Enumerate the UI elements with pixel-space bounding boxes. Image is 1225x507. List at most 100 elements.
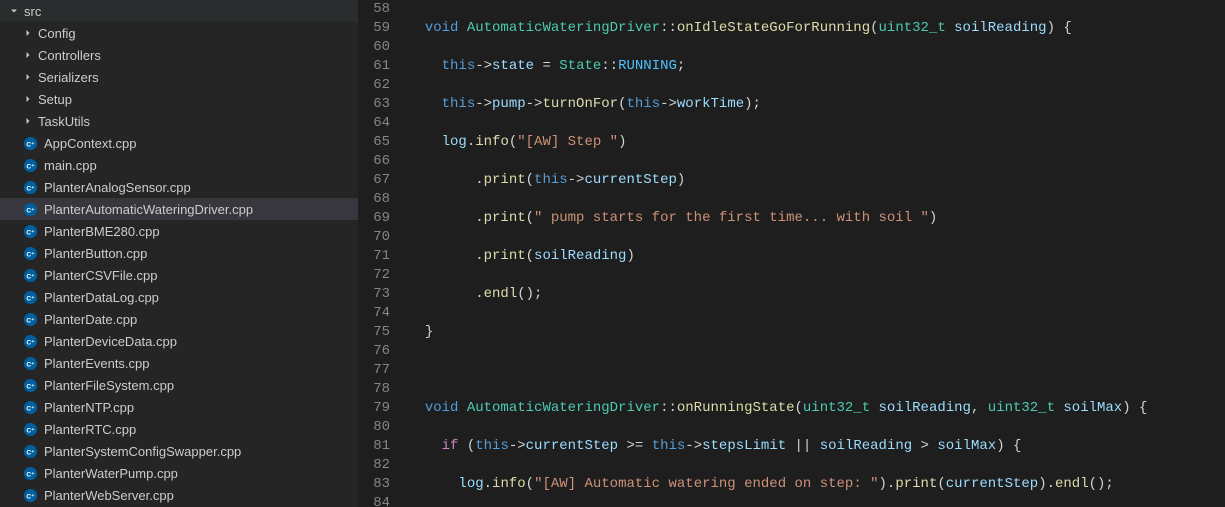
cpp-file-icon: C⁺ [22,377,38,393]
tree-file-label: PlanterWaterPump.cpp [44,466,178,481]
tree-file[interactable]: C⁺ PlanterCSVFile.cpp [0,264,358,286]
line-number: 63 [358,95,390,114]
tree-folder-root[interactable]: src [0,0,358,22]
tree-file[interactable]: C⁺ PlanterWebServer.cpp [0,484,358,506]
cpp-file-icon: C⁺ [22,245,38,261]
line-number: 73 [358,285,390,304]
cpp-file-icon: C⁺ [22,399,38,415]
svg-text:C⁺: C⁺ [26,361,35,368]
line-number: 82 [358,456,390,475]
line-number: 60 [358,38,390,57]
tree-folder[interactable]: Setup [0,88,358,110]
line-number: 66 [358,152,390,171]
line-number: 59 [358,19,390,38]
cpp-file-icon: C⁺ [22,421,38,437]
chevron-right-icon [20,69,36,85]
tree-file[interactable]: C⁺ PlanterFileSystem.cpp [0,374,358,396]
line-number: 77 [358,361,390,380]
svg-text:C⁺: C⁺ [26,471,35,478]
tree-file[interactable]: C⁺ PlanterWaterPump.cpp [0,462,358,484]
line-number: 61 [358,57,390,76]
svg-text:C⁺: C⁺ [26,273,35,280]
svg-text:C⁺: C⁺ [26,229,35,236]
cpp-file-icon: C⁺ [22,465,38,481]
line-number: 84 [358,494,390,507]
tree-file[interactable]: C⁺ PlanterDate.cpp [0,308,358,330]
line-number-gutter: 5859606162636465666768697071727374757677… [358,0,408,507]
tree-file-label: main.cpp [44,158,97,173]
line-number: 76 [358,342,390,361]
line-number: 67 [358,171,390,190]
cpp-file-icon: C⁺ [22,135,38,151]
code-editor[interactable]: 5859606162636465666768697071727374757677… [358,0,1225,507]
chevron-down-icon [6,3,22,19]
chevron-right-icon [20,25,36,41]
line-number: 81 [358,437,390,456]
tree-folder-label: Controllers [38,48,101,63]
tree-file[interactable]: C⁺ main.cpp [0,154,358,176]
cpp-file-icon: C⁺ [22,333,38,349]
svg-text:C⁺: C⁺ [26,163,35,170]
svg-text:C⁺: C⁺ [26,339,35,346]
tree-folder-label: Setup [38,92,72,107]
svg-text:C⁺: C⁺ [26,317,35,324]
cpp-file-icon: C⁺ [22,289,38,305]
cpp-file-icon: C⁺ [22,355,38,371]
svg-text:C⁺: C⁺ [26,449,35,456]
svg-text:C⁺: C⁺ [26,251,35,258]
line-number: 74 [358,304,390,323]
tree-folder[interactable]: TaskUtils [0,110,358,132]
line-number: 71 [358,247,390,266]
code-content[interactable]: void AutomaticWateringDriver::onIdleStat… [408,0,1225,507]
chevron-right-icon [20,47,36,63]
line-number: 65 [358,133,390,152]
tree-folder-label: Config [38,26,76,41]
file-explorer-sidebar[interactable]: src Config Controllers Serializers Setup… [0,0,358,507]
line-number: 75 [358,323,390,342]
tree-file[interactable]: C⁺ AppContext.cpp [0,132,358,154]
tree-folder[interactable]: Controllers [0,44,358,66]
tree-file[interactable]: C⁺ PlanterBME280.cpp [0,220,358,242]
line-number: 69 [358,209,390,228]
tree-file-label: PlanterDeviceData.cpp [44,334,177,349]
line-number: 79 [358,399,390,418]
tree-file-label: PlanterAnalogSensor.cpp [44,180,191,195]
svg-text:C⁺: C⁺ [26,383,35,390]
svg-text:C⁺: C⁺ [26,141,35,148]
cpp-file-icon: C⁺ [22,201,38,217]
tree-file-label: PlanterNTP.cpp [44,400,134,415]
cpp-file-icon: C⁺ [22,157,38,173]
tree-file-label: PlanterRTC.cpp [44,422,136,437]
tree-folder-label: TaskUtils [38,114,90,129]
tree-file-label: PlanterFileSystem.cpp [44,378,174,393]
tree-file[interactable]: C⁺ PlanterAnalogSensor.cpp [0,176,358,198]
tree-file-label: AppContext.cpp [44,136,137,151]
line-number: 70 [358,228,390,247]
svg-text:C⁺: C⁺ [26,295,35,302]
tree-file-label: PlanterEvents.cpp [44,356,150,371]
tree-file-label: PlanterButton.cpp [44,246,147,261]
tree-file-label: PlanterCSVFile.cpp [44,268,157,283]
tree-file-selected[interactable]: C⁺ PlanterAutomaticWateringDriver.cpp [0,198,358,220]
tree-folder-label: src [24,4,41,19]
tree-file[interactable]: C⁺ PlanterButton.cpp [0,242,358,264]
tree-folder[interactable]: Config [0,22,358,44]
tree-file[interactable]: C⁺ PlanterSystemConfigSwapper.cpp [0,440,358,462]
tree-file[interactable]: C⁺ PlanterEvents.cpp [0,352,358,374]
tree-file[interactable]: C⁺ PlanterDeviceData.cpp [0,330,358,352]
cpp-file-icon: C⁺ [22,223,38,239]
line-number: 64 [358,114,390,133]
line-number: 80 [358,418,390,437]
tree-folder[interactable]: Serializers [0,66,358,88]
svg-text:C⁺: C⁺ [26,207,35,214]
line-number: 58 [358,0,390,19]
cpp-file-icon: C⁺ [22,443,38,459]
line-number: 68 [358,190,390,209]
tree-file[interactable]: C⁺ PlanterDataLog.cpp [0,286,358,308]
tree-file[interactable]: C⁺ PlanterRTC.cpp [0,418,358,440]
line-number: 78 [358,380,390,399]
cpp-file-icon: C⁺ [22,487,38,503]
svg-text:C⁺: C⁺ [26,405,35,412]
svg-text:C⁺: C⁺ [26,493,35,500]
tree-file[interactable]: C⁺ PlanterNTP.cpp [0,396,358,418]
